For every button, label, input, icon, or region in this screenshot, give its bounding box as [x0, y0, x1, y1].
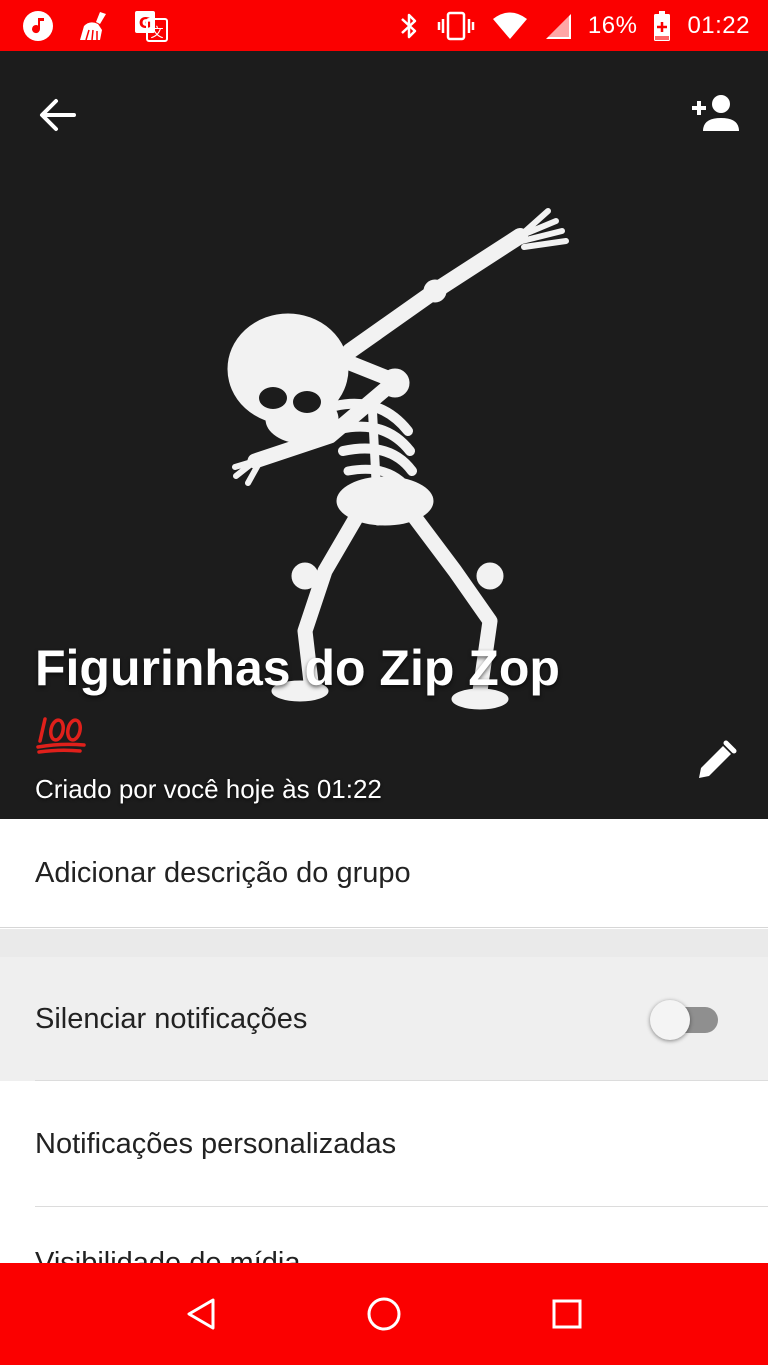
status-bar: G文 16% 01:22 [0, 0, 768, 51]
pencil-icon [699, 740, 737, 778]
hundred-points-emoji [36, 711, 88, 760]
home-circle-icon [367, 1297, 401, 1331]
group-header: Figurinhas do Zip Zop Criado por você ho… [0, 51, 768, 819]
svg-text:G: G [139, 14, 151, 32]
section-gap [0, 929, 768, 957]
media-visibility-row[interactable]: Visibilidade de mídia [0, 1207, 768, 1267]
custom-notifications-row[interactable]: Notificações personalizadas [0, 1081, 768, 1207]
add-description-row[interactable]: Adicionar descrição do grupo [0, 819, 768, 928]
nav-home-button[interactable] [354, 1284, 414, 1344]
edit-group-name-button[interactable] [690, 735, 742, 787]
back-button[interactable] [30, 87, 86, 143]
clock: 01:22 [687, 11, 750, 39]
translate-icon: G文 [134, 10, 168, 42]
custom-notifications-label: Notificações personalizadas [35, 1127, 397, 1160]
group-photo[interactable] [0, 51, 768, 819]
nav-recents-button[interactable] [537, 1284, 597, 1344]
mute-notifications-label: Silenciar notificações [35, 1002, 308, 1035]
bluetooth-icon [398, 11, 420, 41]
cell-signal-icon [544, 12, 572, 40]
toggle-thumb [650, 1000, 690, 1040]
add-description-label: Adicionar descrição do grupo [35, 856, 411, 889]
mute-notifications-toggle[interactable] [650, 1000, 720, 1040]
svg-text:文: 文 [150, 26, 163, 41]
nav-back-button[interactable] [171, 1284, 231, 1344]
group-name: Figurinhas do Zip Zop [35, 640, 560, 696]
group-info-screen: G文 16% 01:22 Figurinhas do Zip Zop Criad… [0, 0, 768, 1365]
person-add-icon [692, 95, 739, 131]
back-triangle-icon [187, 1298, 215, 1330]
battery-icon [653, 10, 671, 42]
add-participant-button[interactable] [684, 85, 744, 141]
music-note-icon [22, 10, 54, 42]
arrow-back-icon [40, 99, 76, 131]
broom-icon [76, 10, 112, 42]
navigation-bar [0, 1263, 768, 1365]
created-info: Criado por você hoje às 01:22 [35, 774, 382, 804]
mute-notifications-row[interactable]: Silenciar notificações [0, 957, 768, 1081]
vibrate-icon [436, 11, 476, 41]
wifi-icon [492, 12, 528, 40]
battery-percent: 16% [587, 11, 638, 39]
recents-square-icon [552, 1299, 582, 1329]
